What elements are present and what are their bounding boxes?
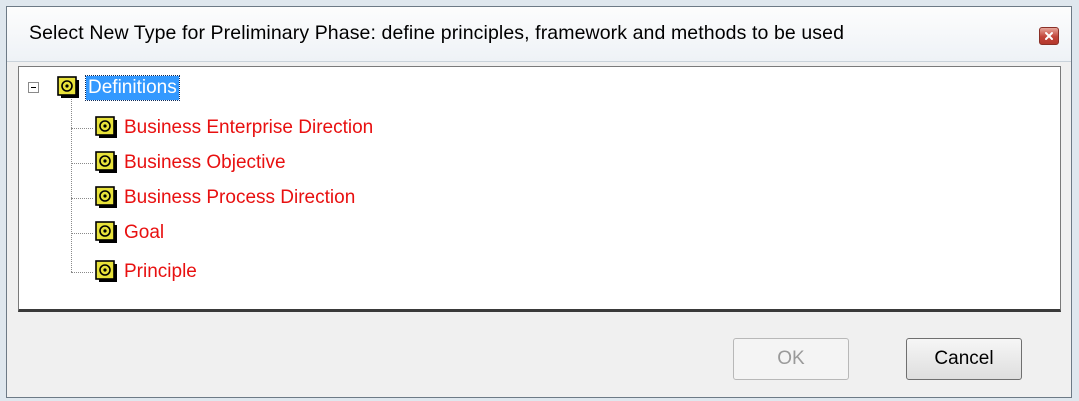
- element-type-icon: [95, 151, 119, 175]
- tree-connector: [71, 99, 72, 272]
- tree-node-principle[interactable]: Principle: [95, 259, 197, 285]
- tree-node-goal[interactable]: Goal: [95, 220, 164, 246]
- element-type-icon: [95, 260, 119, 284]
- tree-node-label: Principle: [124, 261, 197, 282]
- tree-node-business-process-direction[interactable]: Business Process Direction: [95, 185, 355, 211]
- tree-node-definitions[interactable]: Definitions: [57, 75, 180, 101]
- tree-node-label: Goal: [124, 222, 165, 243]
- tree-node-label: Business Process Direction: [124, 187, 356, 208]
- close-icon: [1044, 31, 1054, 41]
- title-bar[interactable]: Select New Type for Preliminary Phase: d…: [7, 7, 1071, 62]
- tree-connector: [71, 163, 93, 164]
- type-tree[interactable]: Definitions Business Enterprise Directio…: [18, 66, 1061, 312]
- tree-connector: [71, 233, 93, 234]
- element-type-icon: [57, 76, 81, 100]
- tree-node-label: Business Enterprise Direction: [124, 117, 374, 138]
- collapse-toggle[interactable]: [28, 82, 39, 93]
- element-type-icon: [95, 116, 119, 140]
- select-type-dialog: Select New Type for Preliminary Phase: d…: [6, 6, 1072, 398]
- tree-connector: [71, 198, 93, 199]
- ok-button[interactable]: OK: [733, 338, 849, 380]
- element-type-icon: [95, 221, 119, 245]
- tree-connector: [71, 272, 93, 273]
- dialog-title: Select New Type for Preliminary Phase: d…: [29, 22, 845, 44]
- close-button[interactable]: [1039, 27, 1059, 45]
- tree-node-label: Definitions: [85, 75, 180, 101]
- tree-node-business-enterprise-direction[interactable]: Business Enterprise Direction: [95, 115, 373, 141]
- tree-node-label: Business Objective: [124, 152, 286, 173]
- tree-connector: [71, 128, 93, 129]
- tree-node-business-objective[interactable]: Business Objective: [95, 150, 286, 176]
- element-type-icon: [95, 186, 119, 210]
- cancel-button[interactable]: Cancel: [906, 338, 1022, 380]
